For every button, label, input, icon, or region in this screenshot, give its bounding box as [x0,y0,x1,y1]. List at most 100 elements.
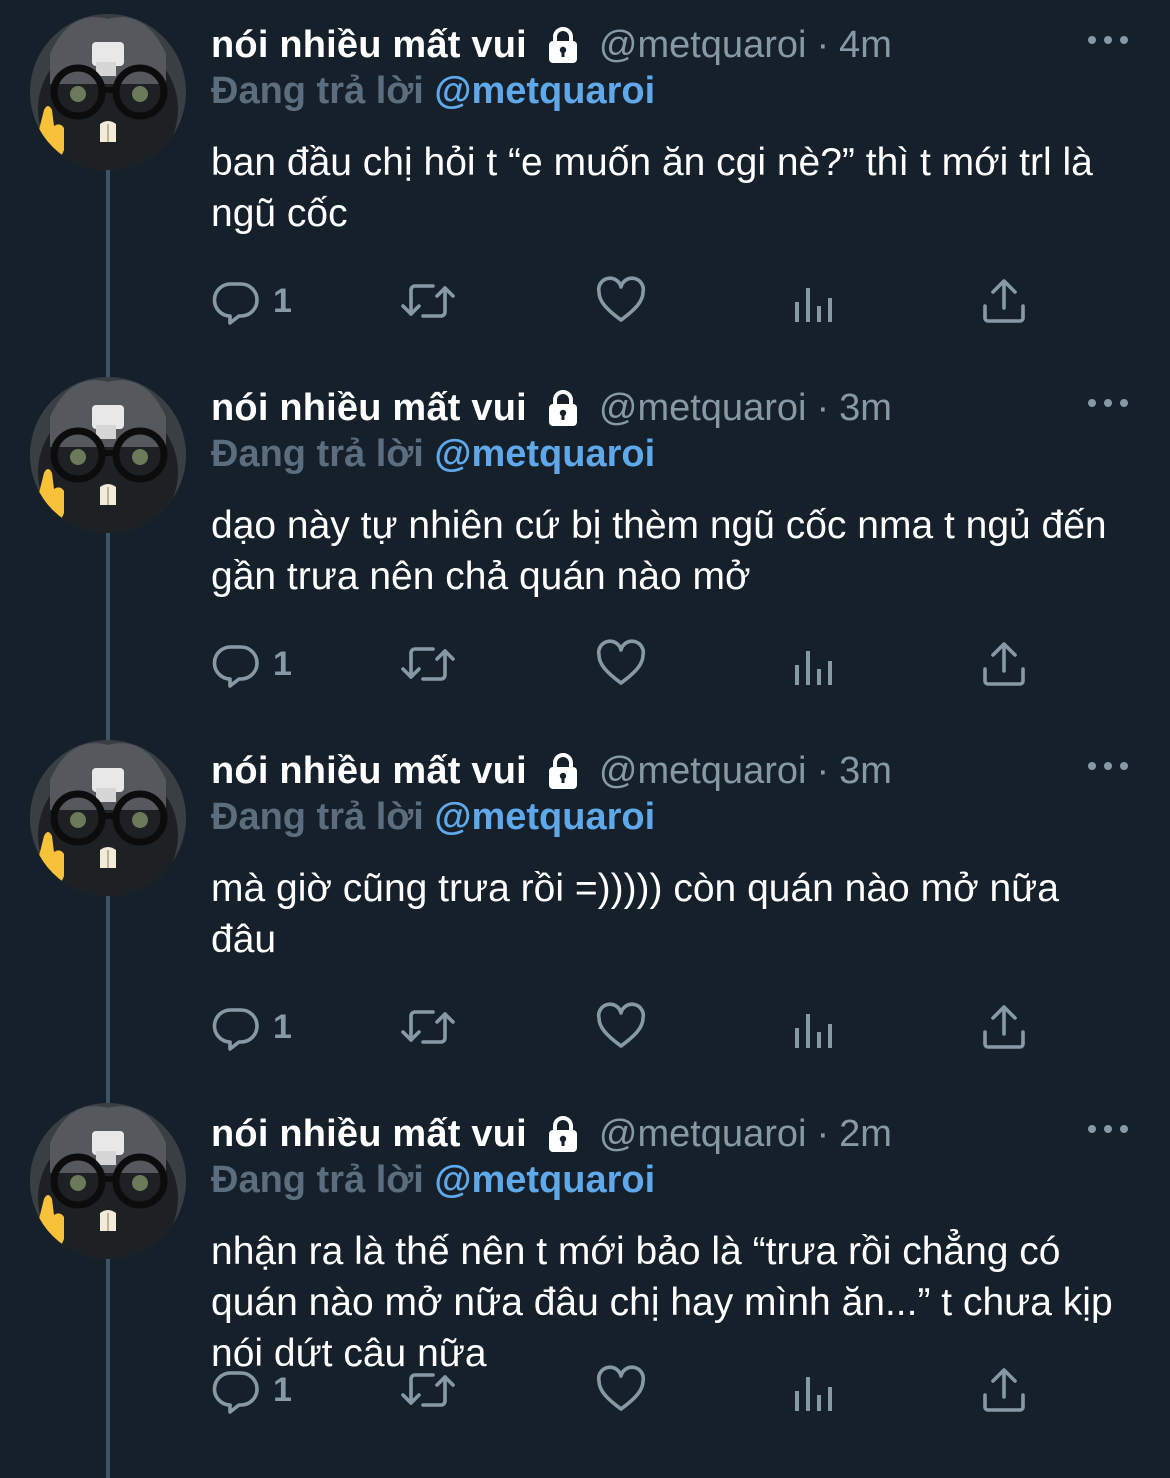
cat-avatar-image [30,1103,186,1259]
analytics-icon [793,1002,837,1052]
share-button[interactable] [981,1365,1027,1415]
analytics-button[interactable] [793,276,837,326]
analytics-button[interactable] [793,1002,837,1052]
timestamp[interactable]: 3m [839,387,892,430]
reply-icon [211,1365,261,1415]
user-handle[interactable]: @metquaroi [599,750,807,793]
analytics-icon [793,276,837,326]
like-icon [596,276,646,326]
like-button[interactable] [596,1002,646,1052]
share-icon [981,276,1027,326]
lock-icon [543,25,583,65]
separator-dot: · [816,1112,830,1155]
reply-count: 1 [273,644,292,683]
like-button[interactable] [596,276,646,326]
user-handle[interactable]: @metquaroi [599,387,807,430]
display-name[interactable]: nói nhiều mất vui [211,24,527,67]
reply-button[interactable]: 1 [211,639,292,689]
tweet-actions: 1 [211,1351,1111,1431]
avatar[interactable] [30,740,186,896]
tweet-actions: 1 [211,262,1111,342]
tweet[interactable]: nói nhiều mất vui @metquaroi · 4m Đang t… [0,0,1170,363]
timestamp[interactable]: 4m [839,24,892,67]
replying-to-handle[interactable]: @metquaroi [434,796,655,838]
reply-icon [211,1002,261,1052]
reply-button[interactable]: 1 [211,1365,292,1415]
reply-button[interactable]: 1 [211,1002,292,1052]
reply-count: 1 [273,1007,292,1046]
cat-avatar-image [30,377,186,533]
cat-avatar-image [30,740,186,896]
share-button[interactable] [981,276,1027,326]
like-icon [596,1002,646,1052]
share-button[interactable] [981,1002,1027,1052]
retweet-button[interactable] [399,276,457,326]
display-name[interactable]: nói nhiều mất vui [211,750,527,793]
reply-icon [211,639,261,689]
analytics-icon [793,1365,837,1415]
separator-dot: · [816,386,830,429]
retweet-icon [399,639,457,689]
tweet-text: ban đầu chị hỏi t “e muốn ăn cgi nè?” th… [211,141,1093,235]
share-button[interactable] [981,639,1027,689]
lock-icon [543,1114,583,1154]
analytics-button[interactable] [793,639,837,689]
display-name[interactable]: nói nhiều mất vui [211,1113,527,1156]
tweet-header: nói nhiều mất vui @metquaroi · 2m [211,1109,892,1159]
retweet-icon [399,276,457,326]
replying-to-handle[interactable]: @metquaroi [434,433,655,475]
tweet-text: dạo này tự nhiên cứ bị thèm ngũ cốc nma … [211,504,1107,598]
more-icon[interactable] [1086,1119,1130,1139]
replying-to-label: Đang trả lời [211,796,424,838]
display-name[interactable]: nói nhiều mất vui [211,387,527,430]
retweet-icon [399,1365,457,1415]
separator-dot: · [816,23,830,66]
replying-to: Đang trả lời @metquaroi [211,1159,655,1202]
like-button[interactable] [596,639,646,689]
separator-dot: · [816,749,830,792]
retweet-button[interactable] [399,1365,457,1415]
avatar[interactable] [30,377,186,533]
tweet[interactable]: nói nhiều mất vui @metquaroi · 2m Đang t… [0,1089,1170,1452]
user-handle[interactable]: @metquaroi [599,1113,807,1156]
timestamp[interactable]: 3m [839,750,892,793]
lock-icon [543,388,583,428]
replying-to: Đang trả lời @metquaroi [211,796,655,839]
analytics-icon [793,639,837,689]
retweet-button[interactable] [399,639,457,689]
more-icon[interactable] [1086,30,1130,50]
like-button[interactable] [596,1365,646,1415]
tweet[interactable]: nói nhiều mất vui @metquaroi · 3m Đang t… [0,363,1170,726]
replying-to: Đang trả lời @metquaroi [211,433,655,476]
like-icon [596,639,646,689]
more-icon[interactable] [1086,393,1130,413]
reply-count: 1 [273,281,292,320]
retweet-button[interactable] [399,1002,457,1052]
replying-to-label: Đang trả lời [211,70,424,112]
avatar[interactable] [30,14,186,170]
tweet-header: nói nhiều mất vui @metquaroi · 3m [211,383,892,433]
tweet-text: mà giờ cũng trưa rồi =))))) còn quán nào… [211,867,1059,961]
cat-avatar-image [30,14,186,170]
reply-icon [211,276,261,326]
tweet-header: nói nhiều mất vui @metquaroi · 3m [211,746,892,796]
replying-to-handle[interactable]: @metquaroi [434,70,655,112]
more-icon[interactable] [1086,756,1130,776]
user-handle[interactable]: @metquaroi [599,24,807,67]
replying-to-label: Đang trả lời [211,1159,424,1201]
replying-to-handle[interactable]: @metquaroi [434,1159,655,1201]
reply-count: 1 [273,1370,292,1409]
avatar[interactable] [30,1103,186,1259]
replying-to: Đang trả lời @metquaroi [211,70,655,113]
analytics-button[interactable] [793,1365,837,1415]
share-icon [981,1365,1027,1415]
tweet[interactable]: nói nhiều mất vui @metquaroi · 3m Đang t… [0,726,1170,1089]
reply-button[interactable]: 1 [211,276,292,326]
share-icon [981,639,1027,689]
tweet-actions: 1 [211,625,1111,705]
like-icon [596,1365,646,1415]
timestamp[interactable]: 2m [839,1113,892,1156]
tweet-actions: 1 [211,988,1111,1068]
share-icon [981,1002,1027,1052]
retweet-icon [399,1002,457,1052]
